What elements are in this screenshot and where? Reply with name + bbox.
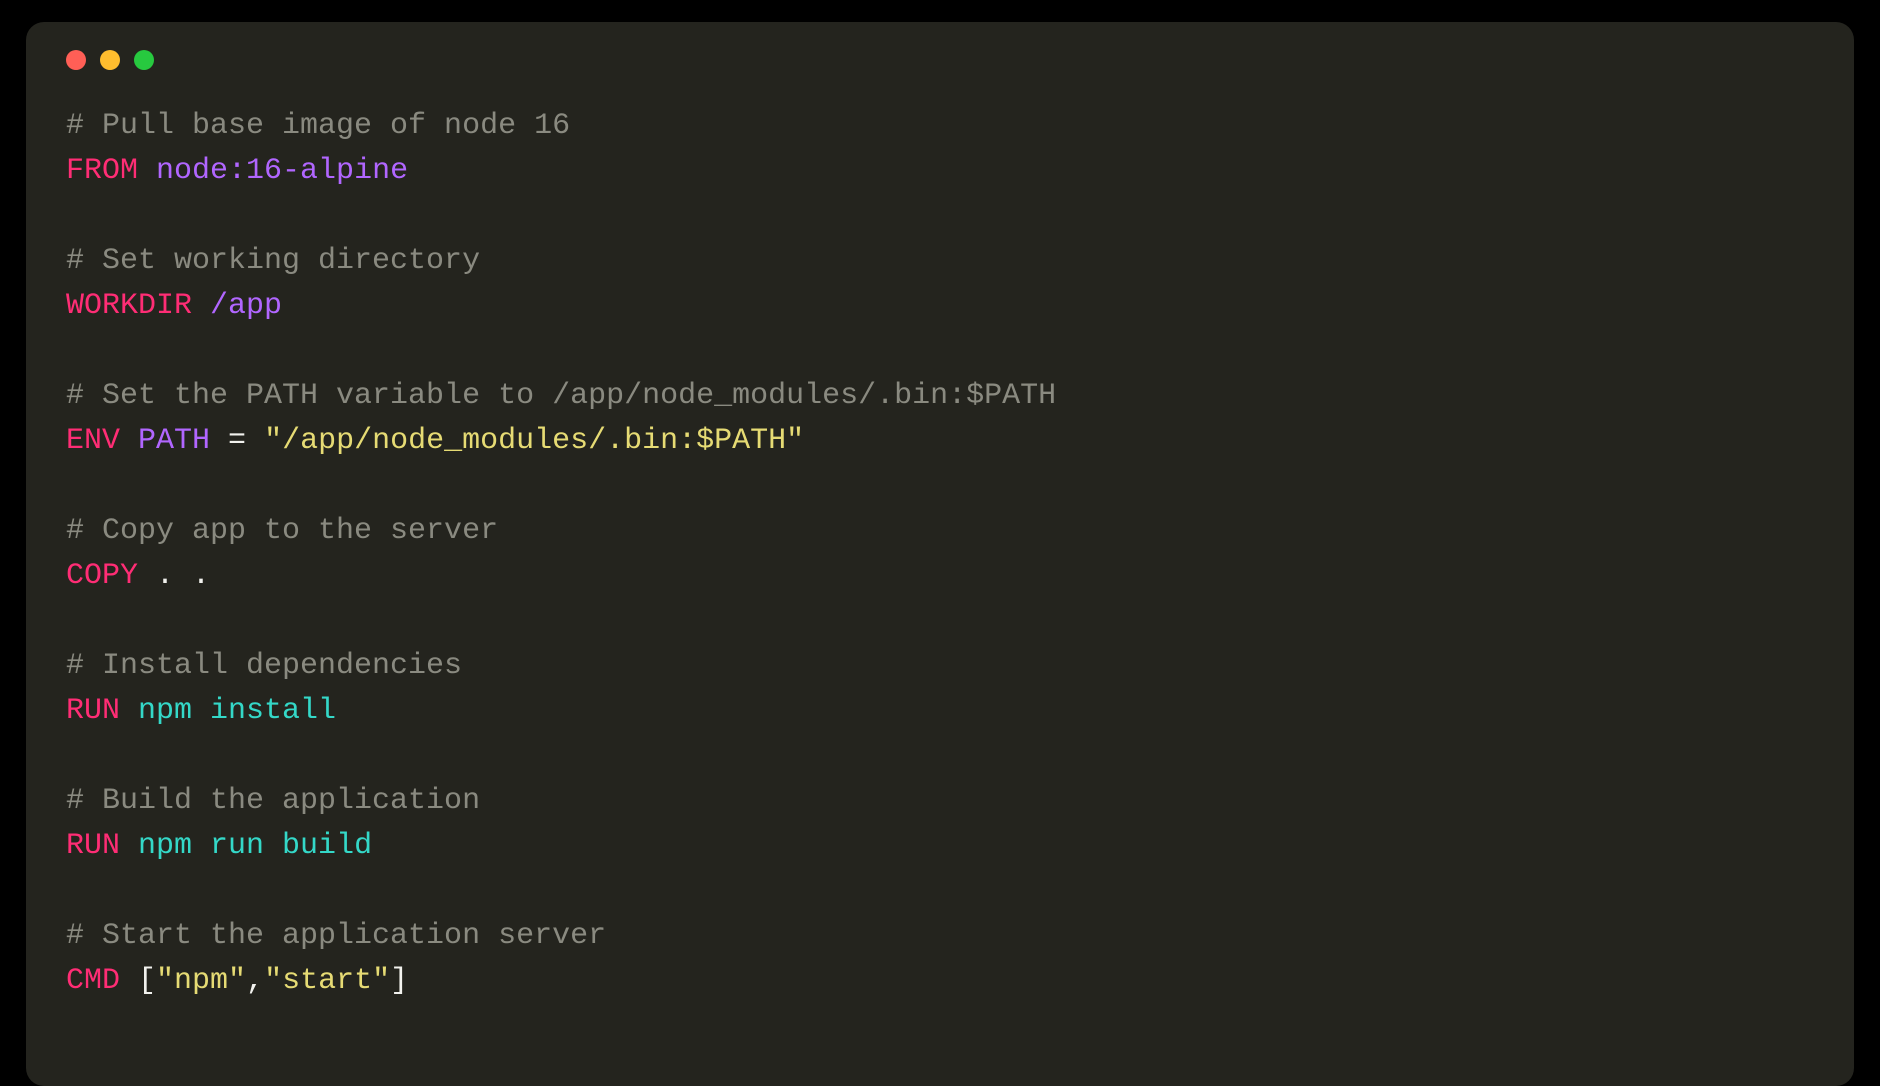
kw-copy: COPY	[66, 559, 138, 593]
cmd-arg: "npm"	[156, 964, 246, 998]
val-env-string: "/app/node_modules/.bin:$PATH"	[264, 424, 804, 458]
val-run: npm install	[138, 694, 336, 728]
code-comment: # Install dependencies	[66, 649, 462, 683]
close-icon[interactable]	[66, 50, 86, 70]
bracket-close: ]	[390, 964, 408, 998]
kw-env: ENV	[66, 424, 120, 458]
eq-sign: =	[210, 424, 264, 458]
val-workdir: /app	[210, 289, 282, 323]
code-comment: # Set working directory	[66, 244, 480, 278]
kw-cmd: CMD	[66, 964, 120, 998]
kw-workdir: WORKDIR	[66, 289, 192, 323]
val-env-name: PATH	[138, 424, 210, 458]
code-comment: # Build the application	[66, 784, 480, 818]
minimize-icon[interactable]	[100, 50, 120, 70]
kw-from: FROM	[66, 154, 138, 188]
val-copy: . .	[138, 559, 210, 593]
dockerfile-code: # Pull base image of node 16 FROM node:1…	[66, 104, 1814, 1004]
kw-run: RUN	[66, 694, 120, 728]
val-from: node:16-alpine	[156, 154, 408, 188]
window-controls	[66, 50, 1814, 70]
kw-run: RUN	[66, 829, 120, 863]
code-comment: # Set the PATH variable to /app/node_mod…	[66, 379, 1056, 413]
code-comment: # Start the application server	[66, 919, 606, 953]
comma: ,	[246, 964, 264, 998]
zoom-icon[interactable]	[134, 50, 154, 70]
code-window: # Pull base image of node 16 FROM node:1…	[26, 22, 1854, 1086]
code-comment: # Copy app to the server	[66, 514, 498, 548]
bracket-open: [	[120, 964, 156, 998]
val-run: npm run build	[138, 829, 372, 863]
cmd-arg: "start"	[264, 964, 390, 998]
code-comment: # Pull base image of node 16	[66, 109, 570, 143]
